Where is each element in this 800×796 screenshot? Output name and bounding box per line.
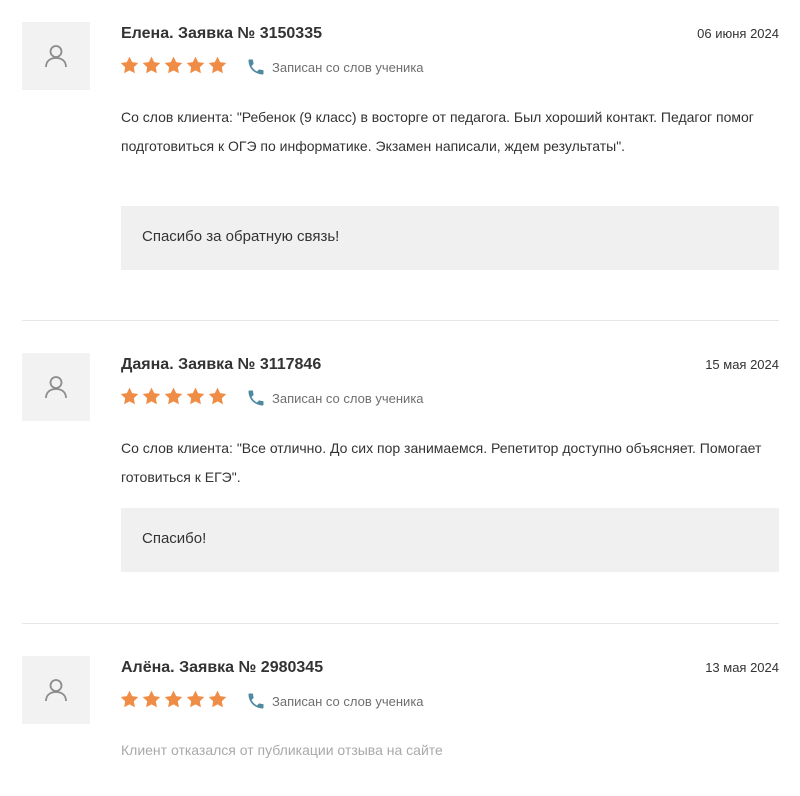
user-icon — [45, 45, 67, 68]
star-icon — [186, 387, 205, 405]
reply-text: Спасибо за обратную связь! — [142, 228, 340, 245]
source-label: Записан со слов ученика — [272, 390, 424, 406]
star-icon — [208, 690, 227, 708]
star-icon — [186, 56, 205, 74]
reply-box: Спасибо! — [121, 508, 779, 572]
star-icon — [142, 56, 161, 74]
review-title: Елена. Заявка № 3150335 — [121, 25, 322, 42]
avatar — [22, 353, 90, 421]
user-icon — [45, 679, 67, 702]
review-date: 06 июня 2024 — [697, 26, 779, 41]
star-icon — [186, 690, 205, 708]
phone-icon — [248, 59, 264, 75]
review-date: 13 мая 2024 — [705, 660, 779, 675]
review-card: Даяна. Заявка № 3117846 15 мая 2024 Запи… — [22, 353, 779, 574]
review-title: Алёна. Заявка № 2980345 — [121, 659, 324, 676]
star-icon — [142, 387, 161, 405]
star-icon — [120, 690, 139, 708]
source-label: Записан со слов ученика — [272, 59, 424, 75]
star-icon — [120, 387, 139, 405]
phone-icon — [248, 693, 264, 709]
star-icon — [208, 387, 227, 405]
avatar — [22, 656, 90, 724]
review-text: Со слов клиента: "Ребенок (9 класс) в во… — [121, 109, 754, 154]
user-icon — [45, 376, 67, 399]
review-title: Даяна. Заявка № 3117846 — [121, 356, 322, 373]
source-indicator: Записан со слов ученика — [246, 691, 424, 711]
review-text: Со слов клиента: "Все отлично. До сих по… — [121, 440, 762, 485]
divider — [22, 320, 779, 321]
avatar — [22, 22, 90, 90]
source-indicator: Записан со слов ученика — [246, 388, 424, 408]
star-icon — [164, 387, 183, 405]
source-label: Записан со слов ученика — [272, 693, 424, 709]
phone-icon — [248, 390, 264, 406]
reply-text: Спасибо! — [142, 530, 207, 547]
star-icon — [142, 690, 161, 708]
review-card: Елена. Заявка № 3150335 06 июня 2024 Зап… — [22, 22, 779, 272]
reply-box: Спасибо за обратную связь! — [121, 206, 779, 270]
rating-stars — [120, 690, 227, 708]
review-date: 15 мая 2024 — [705, 357, 779, 372]
rating-stars — [120, 56, 227, 74]
unpublished-note: Клиент отказался от публикации отзыва на… — [121, 742, 443, 758]
star-icon — [120, 56, 139, 74]
review-card: Алёна. Заявка № 2980345 13 мая 2024 Запи… — [22, 656, 779, 766]
source-indicator: Записан со слов ученика — [246, 57, 424, 77]
star-icon — [164, 56, 183, 74]
star-icon — [208, 56, 227, 74]
divider — [22, 623, 779, 624]
star-icon — [164, 690, 183, 708]
rating-stars — [120, 387, 227, 405]
